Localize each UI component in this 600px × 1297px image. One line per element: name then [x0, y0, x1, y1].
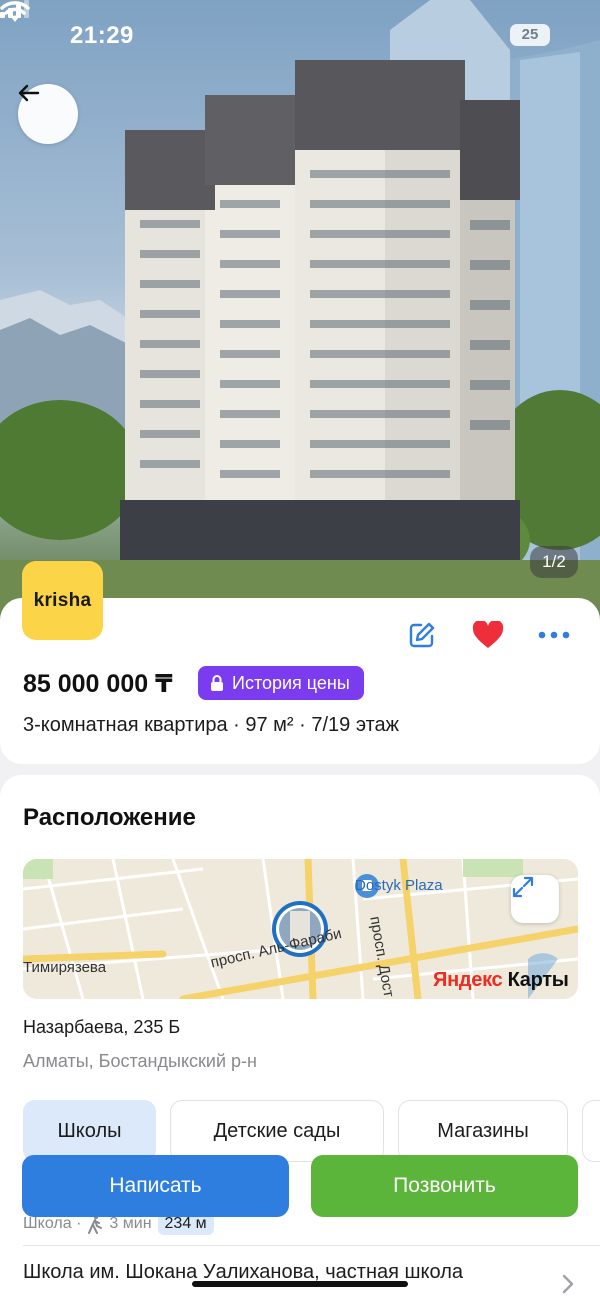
- tab-shops[interactable]: Магазины: [398, 1100, 568, 1162]
- walking-icon: [88, 1214, 103, 1234]
- map-expand-button[interactable]: [511, 875, 559, 923]
- chevron-right-icon[interactable]: [562, 1274, 574, 1294]
- yandex-maps-logo: Яндекс Карты: [433, 969, 569, 991]
- tab-more[interactable]: [582, 1100, 600, 1162]
- more-icon: [538, 631, 570, 639]
- walk-time: 3 мин: [109, 1215, 152, 1232]
- battery-indicator: 25: [510, 24, 550, 46]
- home-indicator: [192, 1281, 408, 1287]
- listing-actions: [400, 615, 590, 655]
- lock-icon: [211, 675, 223, 691]
- address-line: Назарбаева, 235 Б: [23, 1017, 181, 1037]
- status-time: 21:29: [70, 22, 134, 49]
- heart-icon: [472, 621, 504, 648]
- listing-price: 85 000 000 ₸: [23, 670, 173, 698]
- location-map[interactable]: Dostyk Plaza просп. Аль-Фараби Тимирязев…: [23, 859, 578, 999]
- list-divider: [23, 1245, 600, 1246]
- more-button[interactable]: [534, 615, 574, 655]
- price-history-label: История цены: [232, 672, 350, 693]
- back-button[interactable]: [18, 84, 78, 144]
- favorite-button[interactable]: [468, 615, 508, 655]
- building-illustration: [0, 0, 600, 620]
- map-street-label: Тимирязева: [23, 959, 107, 976]
- write-message-button[interactable]: Написать: [22, 1155, 289, 1217]
- photo-counter: 1/2: [530, 546, 578, 578]
- district-line: Алматы, Бостандыкский р-н: [23, 1051, 257, 1071]
- location-title: Расположение: [23, 804, 196, 831]
- listing-description: 3-комнатная квартира · 97 м² · 7/19 этаж: [23, 714, 400, 736]
- tab-schools[interactable]: Школы: [23, 1100, 156, 1162]
- status-bar: 21:29 25: [0, 0, 600, 72]
- call-button[interactable]: Позвонить: [311, 1155, 578, 1217]
- edit-icon: [409, 622, 435, 648]
- price-history-button[interactable]: История цены: [198, 666, 364, 700]
- wifi-icon: [0, 1, 30, 22]
- expand-icon: [512, 876, 534, 898]
- map-poi-label: Dostyk Plaza: [355, 877, 443, 894]
- arrow-left-icon: [18, 84, 40, 102]
- tab-kindergartens[interactable]: Детские сады: [170, 1100, 384, 1162]
- listing-photo[interactable]: 21:29 25 1/2: [0, 0, 600, 620]
- nearby-item-type: Школа ·: [23, 1215, 82, 1232]
- agency-logo[interactable]: krisha: [22, 561, 103, 640]
- edit-button[interactable]: [402, 615, 442, 655]
